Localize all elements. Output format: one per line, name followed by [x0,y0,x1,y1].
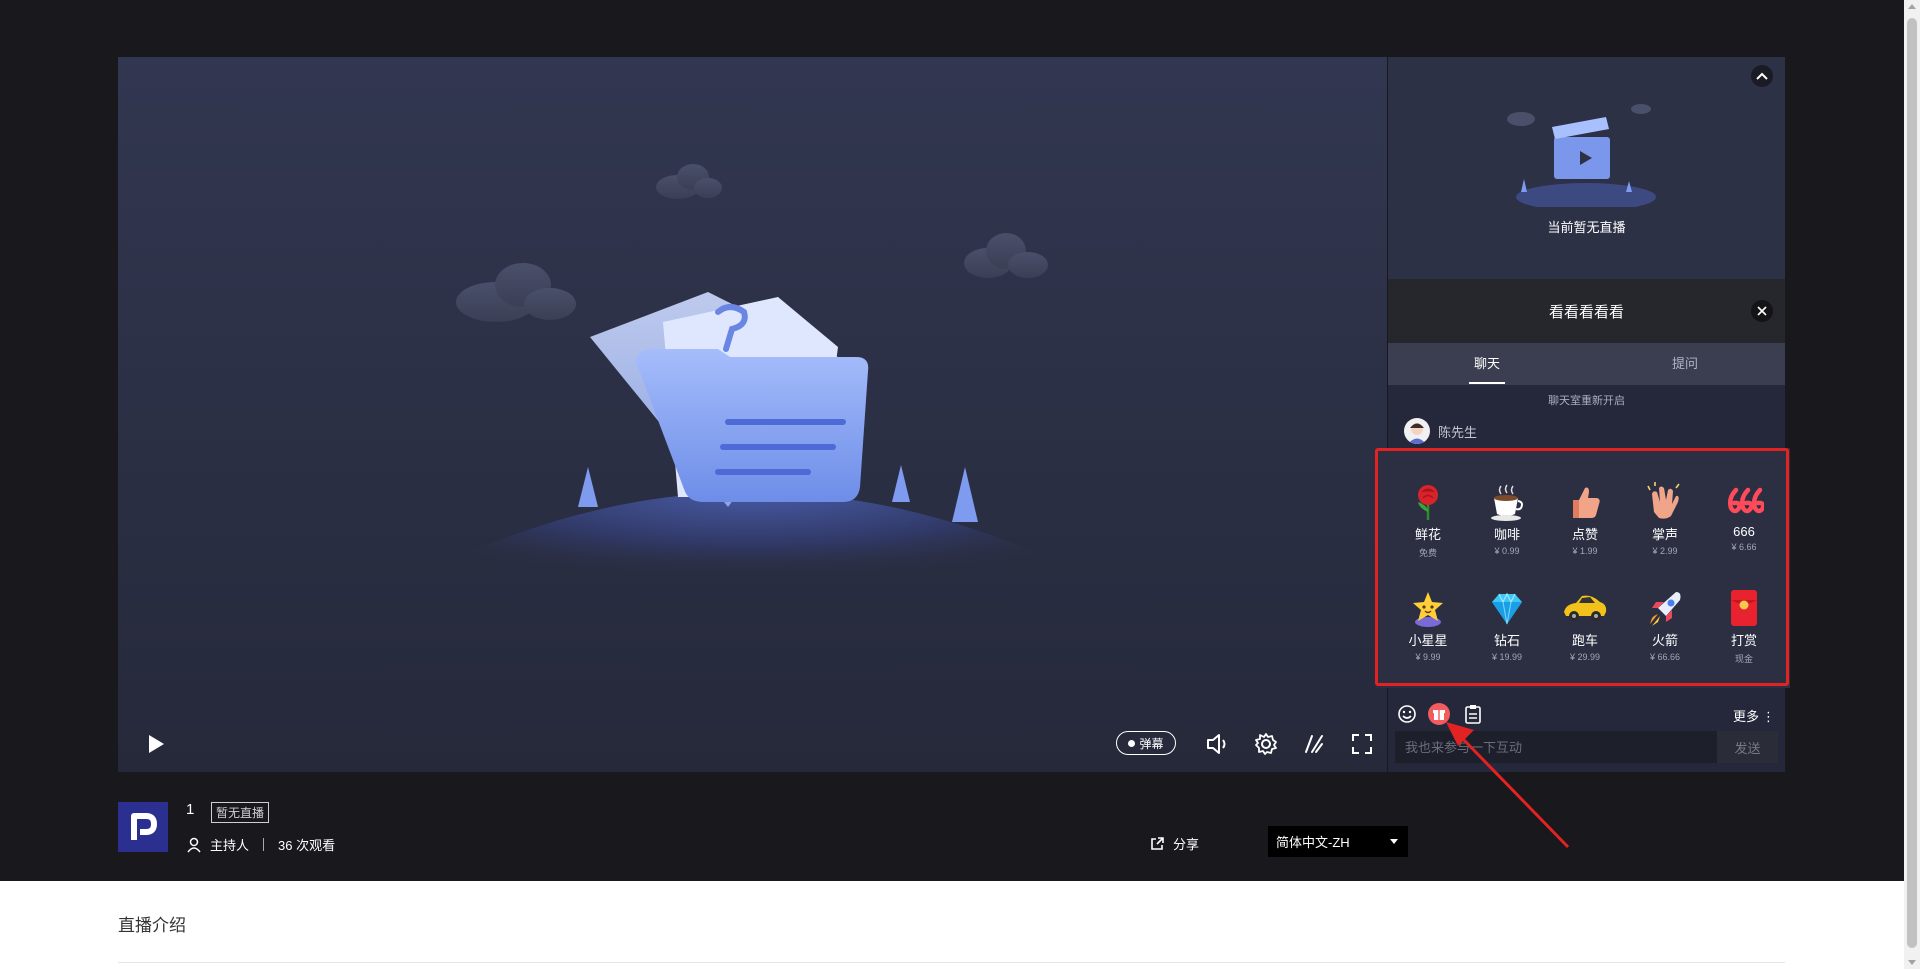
status-badge: 暂无直播 [211,802,270,823]
channel-logo [118,802,168,852]
close-chat-button[interactable] [1751,300,1773,322]
chat-input-row: 发送 [1395,731,1778,763]
tab-chat[interactable]: 聊天 [1388,343,1586,385]
scrollbar-thumb[interactable] [1907,18,1917,948]
play-button[interactable] [138,726,174,762]
volume-button[interactable] [1200,726,1236,762]
view-count: 36 次观看 [278,838,336,853]
chat-toolbar: 更多 ⋮ [1388,698,1785,730]
tab-question[interactable]: 提问 [1586,343,1784,385]
chat-notice: 聊天室重新开启 [1548,395,1625,407]
chat-header: 看看看看看 [1388,279,1785,343]
highlight-frame [1375,448,1789,686]
share-label: 分享 [1173,837,1200,852]
active-tab-indicator [1469,382,1505,384]
chat-input[interactable] [1395,731,1717,763]
p-logo-icon [131,813,157,840]
danmu-dot-icon [1128,739,1136,747]
line-switch-button[interactable] [1296,726,1332,762]
user-avatar-icon [1408,423,1426,444]
intro-divider [118,962,1785,963]
gift-button[interactable] [1428,703,1450,725]
collapse-button[interactable] [1751,65,1773,87]
chat-message: 陈先生 [1404,418,1477,444]
share-button[interactable]: 分享 [1149,834,1199,853]
notes-button[interactable] [1462,703,1484,725]
room-meta: 主持人 36 次观看 [186,835,335,854]
fullscreen-icon [1352,734,1372,754]
scroll-down-arrow-icon[interactable] [1908,960,1916,965]
message-username: 陈先生 [1438,424,1478,440]
clipboard-icon [1465,705,1481,724]
clapperboard-icon [1507,104,1656,207]
no-live-text: 当前暂无直播 [1547,220,1626,235]
chat-title: 看看看看看 [1548,304,1624,321]
more-button[interactable]: 更多 ⋮ [1733,706,1775,725]
send-button[interactable]: 发送 [1717,731,1778,763]
language-value: 简体中文-ZH [1276,835,1350,850]
chat-tabs: 聊天 提问 [1388,343,1785,385]
settings-button[interactable] [1248,726,1284,762]
no-live-illustration [438,164,1068,617]
emoji-button[interactable] [1396,703,1418,725]
scroll-up-arrow-icon[interactable] [1908,4,1916,9]
more-dots-icon: ⋮ [1762,709,1775,724]
user-icon [187,837,201,852]
speaker-icon [1207,734,1226,754]
danmu-label: 弹幕 [1139,736,1164,751]
video-player[interactable]: 弹幕 [118,57,1387,772]
share-icon [1151,836,1164,850]
more-label: 更多 [1732,709,1759,724]
divider [263,838,265,851]
fullscreen-button[interactable] [1344,726,1380,762]
intro-heading: 直播介绍 [118,916,186,935]
caret-down-icon [1390,839,1398,844]
language-select[interactable]: 简体中文-ZH [1268,826,1408,857]
smiley-icon [1398,705,1416,723]
danmu-toggle[interactable]: 弹幕 [1116,731,1176,755]
room-title: 1 [186,801,195,818]
avatar [1404,418,1430,444]
close-icon [1757,306,1767,316]
page-scrollbar[interactable] [1904,0,1920,969]
gear-icon [1255,733,1277,755]
gift-icon [1428,703,1450,725]
chevron-up-icon [1756,72,1768,80]
play-icon [149,735,164,753]
mini-player: 当前暂无直播 [1388,57,1785,279]
host-label: 主持人 [210,838,250,853]
line-switch-icon [1305,735,1323,753]
